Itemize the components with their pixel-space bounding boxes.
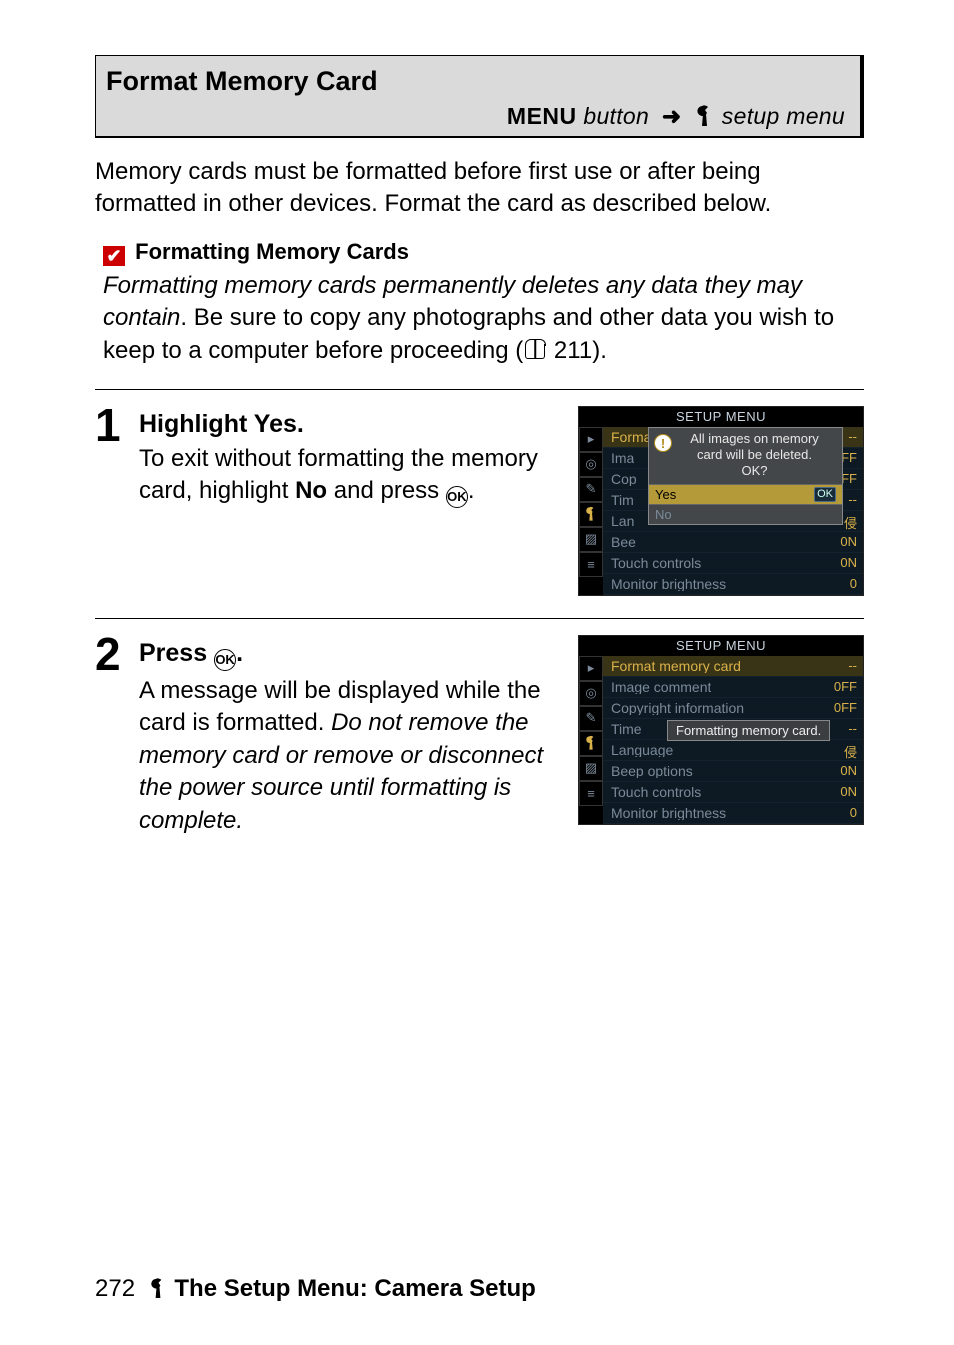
ok-badge-icon: OK — [814, 487, 836, 502]
tab-pencil-icon: ✎ — [579, 477, 603, 502]
step-2: 2 Press OK. A message will be displayed … — [95, 629, 864, 837]
page-footer: 272 The Setup Menu: Camera Setup — [95, 1275, 536, 1303]
ok-button-icon: OK — [214, 649, 236, 671]
tab-wrench-icon — [579, 502, 603, 527]
warning-check-icon: ✔ — [103, 246, 125, 266]
camera-tabs: ▸ ◎ ✎ ▨ ≡ — [579, 656, 603, 824]
section-title-box: Format Memory Card MENU button ➜ setup m… — [95, 55, 864, 138]
menu-button-label: MENU — [507, 103, 577, 129]
callout-heading: Formatting Memory Cards — [135, 239, 409, 264]
menu-row: Image comment0FF — [603, 677, 863, 698]
wrench-icon — [694, 103, 715, 129]
menu-row: Monitor brightness0 — [603, 803, 863, 824]
menu-row: Touch controls0N — [603, 553, 863, 574]
tab-retouch-icon: ▨ — [579, 527, 603, 552]
camera-screenshot-2: SETUP MENU ▸ ◎ ✎ ▨ ≡ Format memory card-… — [578, 635, 864, 825]
warning-icon: ! — [654, 434, 672, 452]
menu-row: Touch controls0N — [603, 782, 863, 803]
arrow-icon: ➜ — [662, 103, 682, 129]
step-number: 1 — [95, 400, 139, 448]
step-body: A message will be displayed while the ca… — [139, 675, 568, 837]
menu-button-word: button — [583, 103, 649, 129]
tab-play-icon: ▸ — [579, 656, 603, 681]
camera-screenshot-1: SETUP MENU ▸ ◎ ✎ ▨ ≡ Format memory card-… — [578, 406, 864, 596]
tab-retouch-icon: ▨ — [579, 756, 603, 781]
wrench-icon — [148, 1276, 168, 1301]
camera-rows: Format memory card-- Ima0FF Cop0FF Tim--… — [603, 427, 863, 595]
page-number: 272 — [95, 1275, 135, 1302]
tab-wrench-icon — [579, 731, 603, 756]
camera-menu-title: SETUP MENU — [579, 636, 863, 656]
separator — [95, 389, 864, 390]
callout-block: ✔ Formatting Memory Cards Formatting mem… — [95, 239, 864, 367]
formatting-overlay: Formatting memory card. — [667, 720, 830, 741]
camera-rows: Format memory card-- Image comment0FF Co… — [603, 656, 863, 824]
callout-body: Formatting memory cards permanently dele… — [103, 270, 864, 367]
camera-menu-title: SETUP MENU — [579, 407, 863, 427]
dialog-option-yes[interactable]: Yes OK — [649, 484, 842, 504]
menu-row: Format memory card-- — [603, 656, 863, 677]
menu-row: Bee0N — [603, 532, 863, 553]
tab-camera-icon: ◎ — [579, 681, 603, 706]
menu-row: Beep options0N — [603, 761, 863, 782]
separator — [95, 618, 864, 619]
camera-tabs: ▸ ◎ ✎ ▨ ≡ — [579, 427, 603, 595]
section-title: Format Memory Card — [106, 66, 845, 97]
step-heading: Press OK. — [139, 639, 568, 671]
tab-recent-icon: ≡ — [579, 552, 603, 577]
menu-path: MENU button ➜ setup menu — [106, 103, 845, 130]
book-icon — [525, 344, 545, 359]
tab-camera-icon: ◎ — [579, 452, 603, 477]
intro-paragraph: Memory cards must be formatted before fi… — [95, 156, 864, 221]
dialog-option-no[interactable]: No — [649, 504, 842, 524]
confirm-dialog: ! All images on memory card will be dele… — [648, 427, 843, 525]
step-number: 2 — [95, 629, 139, 677]
menu-row: Language侵 — [603, 740, 863, 761]
menu-row: Monitor brightness0 — [603, 574, 863, 595]
menu-row: Copyright information0FF — [603, 698, 863, 719]
tab-play-icon: ▸ — [579, 427, 603, 452]
footer-title: The Setup Menu: Camera Setup — [174, 1275, 535, 1302]
step-body: To exit without formatting the memory ca… — [139, 443, 568, 508]
step-heading: Highlight Yes. — [139, 410, 568, 439]
ok-button-icon: OK — [446, 486, 468, 508]
tab-recent-icon: ≡ — [579, 781, 603, 806]
step-1: 1 Highlight Yes. To exit without formatt… — [95, 400, 864, 596]
dialog-message: ! All images on memory card will be dele… — [649, 428, 842, 484]
tab-pencil-icon: ✎ — [579, 706, 603, 731]
menu-dest: setup menu — [722, 103, 845, 129]
